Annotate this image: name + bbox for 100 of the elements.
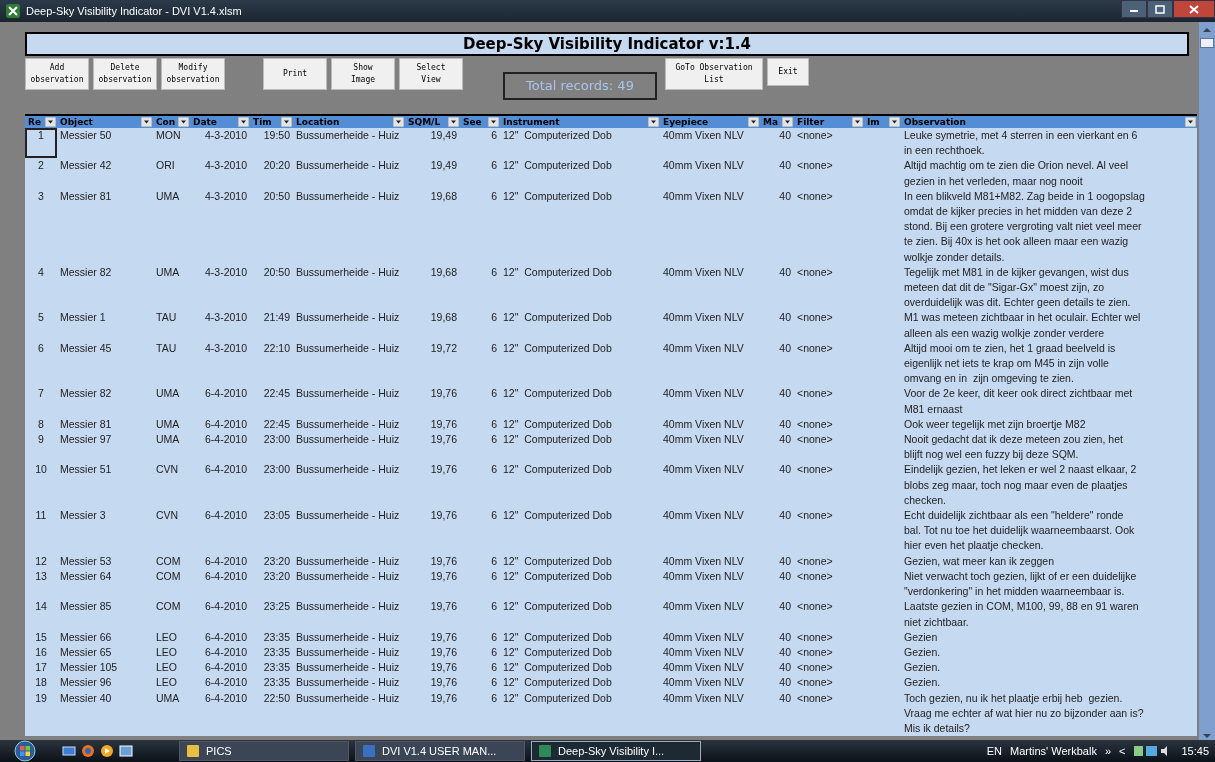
filter-dropdown-icon[interactable] (889, 117, 900, 127)
scroll-thumb[interactable] (1200, 38, 1214, 48)
scroll-up-icon[interactable] (1201, 26, 1213, 34)
table-cell: Voor de 2e keer, dit keer ook direct zichtbaar met M81 ernaast (901, 386, 1197, 417)
table-cell: <none> (794, 553, 864, 569)
media-icon[interactable] (100, 744, 114, 758)
sheet-button[interactable]: Show Image (331, 58, 395, 90)
filter-dropdown-icon[interactable] (488, 117, 499, 127)
column-header[interactable]: Location (293, 115, 405, 128)
browser-icon[interactable] (81, 744, 95, 758)
spreadsheet-icon (6, 4, 20, 18)
sheet-button[interactable]: Exit (767, 58, 809, 86)
table-cell: 19,49 (405, 158, 460, 189)
table-cell: 19,76 (405, 690, 460, 737)
table-cell: 40mm Vixen NLV (660, 432, 760, 463)
table-cell: 40 (760, 432, 794, 463)
table-cell: 40 (760, 508, 794, 554)
column-header[interactable]: See (460, 115, 500, 128)
table-cell: 40mm Vixen NLV (660, 553, 760, 569)
filter-dropdown-icon[interactable] (1185, 117, 1196, 127)
filter-dropdown-icon[interactable] (648, 117, 659, 127)
filter-dropdown-icon[interactable] (448, 117, 459, 127)
table-cell: 11 (25, 508, 57, 554)
table-cell: Gezien. (901, 675, 1197, 691)
filter-dropdown-icon[interactable] (748, 117, 759, 127)
desktop-icon[interactable] (62, 744, 76, 758)
toolbar-chevron[interactable]: » (1104, 745, 1112, 757)
restore-button[interactable] (1147, 0, 1173, 18)
table-cell: Messier 82 (57, 386, 153, 417)
vertical-scrollbar[interactable] (1199, 22, 1215, 740)
taskbar-button[interactable]: DVI V1.4 USER MAN... (355, 741, 525, 761)
table-cell: 15 (25, 629, 57, 645)
table-cell: Niet verwacht toch gezien, lijkt of er een duidelijke "verdonkering" in het midden waarneembaar is. (901, 568, 1197, 600)
table-cell: Altijd mooi om te zien, het 1 graad beelveld is eigenlijk net iets te krap om M45 in zijn volle omvang en in zijn omgeving te zien. (901, 340, 1197, 387)
sheet-button[interactable]: Select View (399, 58, 463, 90)
close-button[interactable] (1173, 0, 1215, 18)
filter-dropdown-icon[interactable] (782, 117, 793, 127)
table-cell: 40mm Vixen NLV (660, 462, 760, 509)
filter-dropdown-icon[interactable] (178, 117, 189, 127)
table-cell: Bussumerheide - Huiz (293, 462, 405, 509)
table-cell: <none> (794, 599, 864, 630)
table-cell: 40mm Vixen NLV (660, 568, 760, 600)
column-header[interactable]: Ma (760, 115, 794, 128)
column-header[interactable]: Observation (901, 115, 1197, 128)
filter-dropdown-icon[interactable] (393, 117, 404, 127)
column-header[interactable]: SQM/L (405, 115, 460, 128)
taskbar-button[interactable]: Deep-Sky Visibility I... (531, 741, 701, 761)
table-cell: COM (153, 599, 190, 630)
table-cell: 6 (460, 690, 500, 737)
filter-dropdown-icon[interactable] (852, 117, 863, 127)
language-indicator[interactable]: EN (986, 745, 1003, 757)
filter-dropdown-icon[interactable] (45, 117, 56, 127)
column-header[interactable]: Im (864, 115, 901, 128)
column-header[interactable]: Object (57, 115, 153, 128)
sheet-button[interactable]: GoTo Observation List (665, 58, 763, 90)
table-cell: 6 (460, 158, 500, 189)
table-cell: UMA (153, 188, 190, 265)
table-cell: 19,68 (405, 188, 460, 265)
table-cell: 40mm Vixen NLV (660, 310, 760, 341)
filter-dropdown-icon[interactable] (238, 117, 249, 127)
column-header[interactable]: Eyepiece (660, 115, 760, 128)
table-cell: 6 (460, 432, 500, 463)
column-header[interactable]: Filter (794, 115, 864, 128)
table-cell: <none> (794, 264, 864, 311)
tray-expand-arrow[interactable]: < (1119, 745, 1126, 757)
sheet-button[interactable]: Delete observation (93, 58, 157, 90)
restore-icon (1155, 4, 1165, 14)
sheet-button[interactable]: Print (263, 58, 327, 90)
table-cell: 6 (460, 629, 500, 645)
column-header[interactable]: Con (153, 115, 190, 128)
sheet-button[interactable]: Modify observation (161, 58, 225, 90)
table-cell: Echt duidelijk zichtbaar als een "heldere" ronde bal. Tot nu toe het duidelijk waarneembaarst. Ook hier even het plaatje checken. (901, 508, 1197, 554)
taskbar-button[interactable]: PICS (179, 741, 349, 761)
sheet-button[interactable]: Add observation (25, 58, 89, 90)
column-header[interactable]: Instrument (500, 115, 660, 128)
table-cell: 6-4-2010 (190, 462, 250, 509)
table-cell: <none> (794, 629, 864, 645)
column-header[interactable]: Date (190, 115, 250, 128)
filter-dropdown-icon[interactable] (281, 117, 292, 127)
table-cell: 23:20 (250, 553, 293, 569)
table-cell: 12" Computerized Dob (500, 629, 660, 645)
column-header[interactable]: Tim (250, 115, 293, 128)
toolbar-label[interactable]: Martins' Werkbalk (1010, 745, 1097, 757)
table-cell: 12" Computerized Dob (500, 599, 660, 630)
table-cell: 12" Computerized Dob (500, 416, 660, 433)
table-cell: CVN (153, 508, 190, 554)
table-cell: 19,49 (405, 128, 460, 159)
table-cell: ORI (153, 158, 190, 189)
table-cell: 40mm Vixen NLV (660, 386, 760, 417)
column-header[interactable]: Re (25, 115, 57, 128)
table-cell: 6 (460, 264, 500, 311)
table-cell: Gezien (901, 629, 1197, 645)
table-cell: 40 (760, 310, 794, 341)
window-switch-icon[interactable] (119, 744, 133, 758)
table-cell: Ook weer tegelijk met zijn broertje M82 (901, 416, 1197, 433)
table-cell: 40 (760, 462, 794, 509)
filter-dropdown-icon[interactable] (141, 117, 152, 127)
table-cell: 6 (460, 386, 500, 417)
minimize-button[interactable] (1121, 0, 1147, 18)
table-cell: Laatste gezien in COM, M100, 99, 88 en 91 waren niet zichtbaar. (901, 599, 1197, 630)
